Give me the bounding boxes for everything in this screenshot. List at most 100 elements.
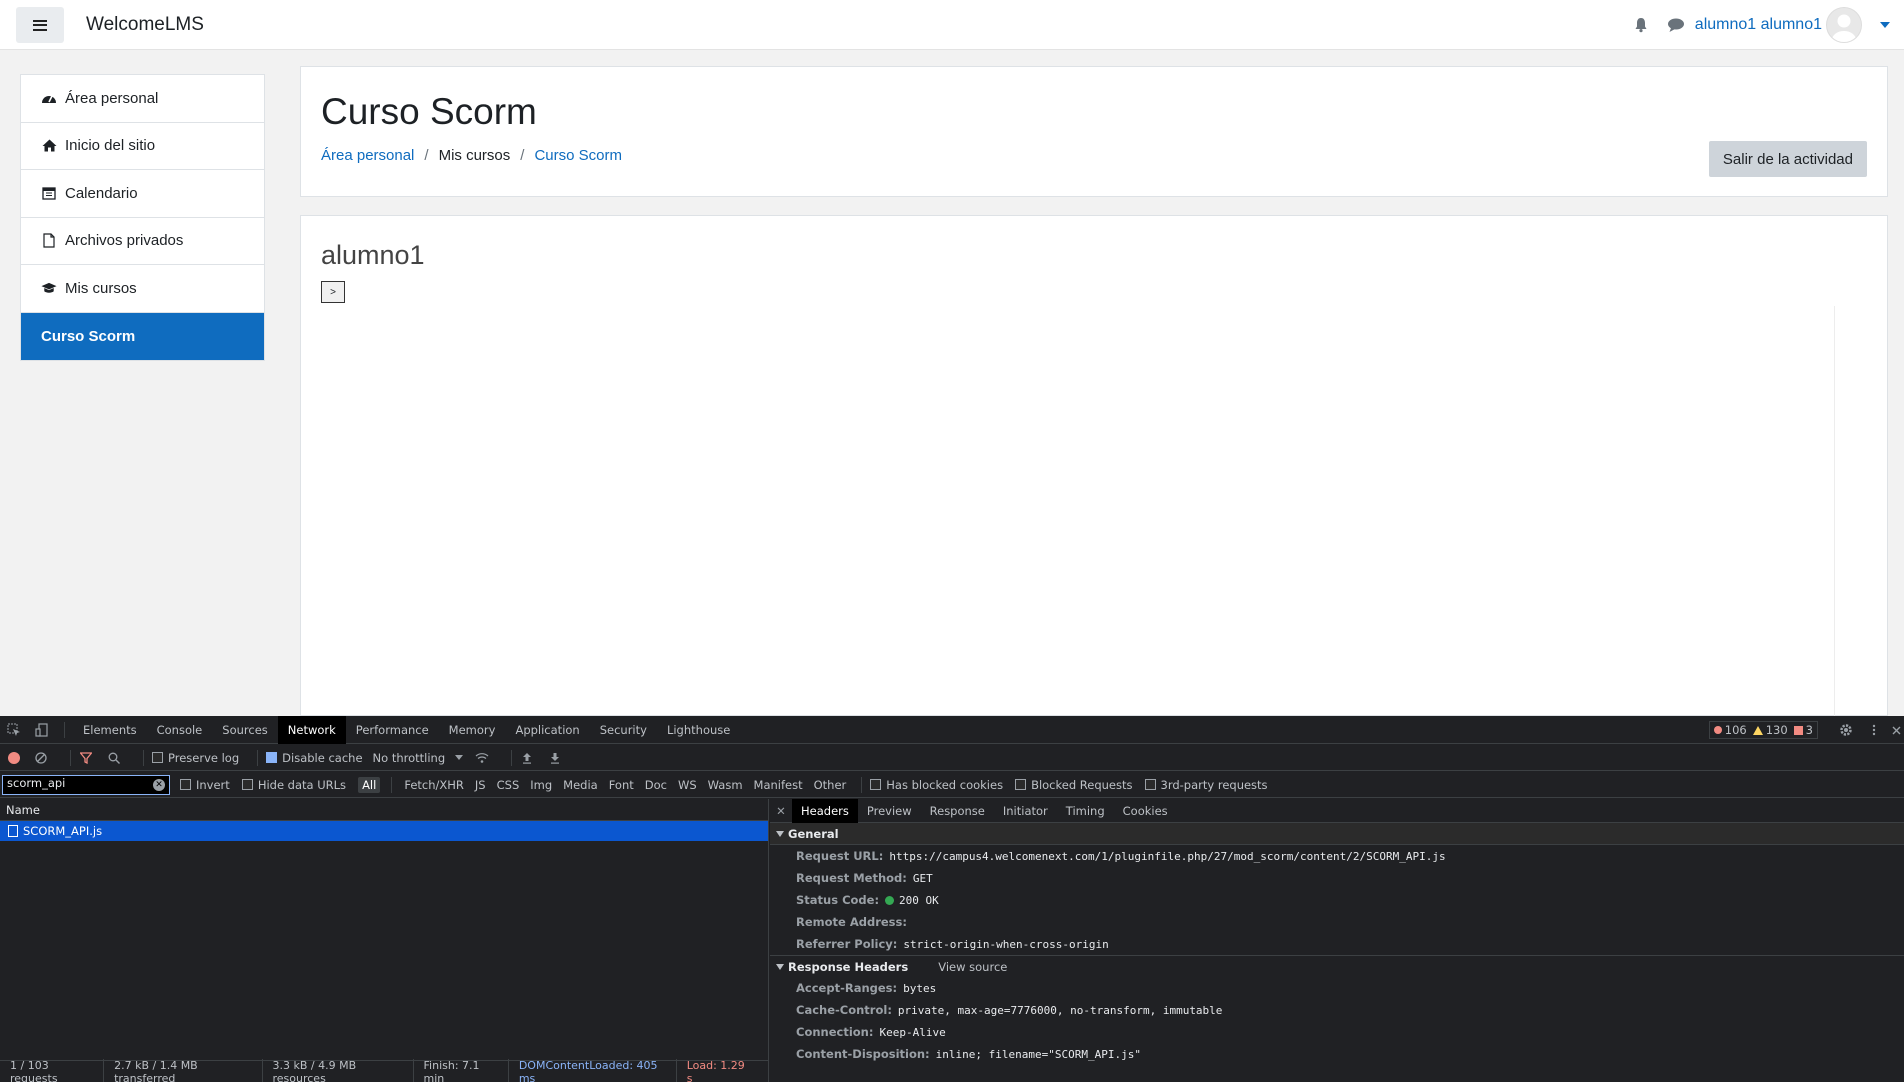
close-icon[interactable]: ✕ <box>770 804 792 818</box>
drawer-item-calendar[interactable]: Calendario <box>21 170 264 218</box>
network-conditions-icon[interactable] <box>475 751 489 765</box>
throttling-select[interactable]: No throttling <box>373 751 446 765</box>
filter-type-font[interactable]: Font <box>605 777 638 793</box>
tab-preview[interactable]: Preview <box>858 799 921 823</box>
issues-count: 3 <box>1805 723 1813 737</box>
chevron-down-icon[interactable] <box>455 755 464 760</box>
drawer-item-label: Mis cursos <box>65 279 137 297</box>
filter-type-wasm[interactable]: Wasm <box>704 777 747 793</box>
filter-input[interactable]: scorm_api ✕ <box>2 774 170 795</box>
tab-response[interactable]: Response <box>921 799 994 823</box>
header-row: Content-Disposition: inline; filename="SC… <box>770 1043 1904 1065</box>
tab-application[interactable]: Application <box>505 716 589 744</box>
drawer-item-label: Calendario <box>65 184 138 202</box>
breadcrumb-item-course[interactable]: Curso Scorm <box>534 147 622 164</box>
search-icon[interactable] <box>107 751 121 765</box>
exit-activity-button[interactable]: Salir de la actividad <box>1708 141 1867 177</box>
preserve-log-checkbox[interactable] <box>152 752 163 763</box>
filter-type-ws[interactable]: WS <box>674 777 701 793</box>
has-blocked-cookies-checkbox[interactable] <box>870 779 882 790</box>
filter-type-other[interactable]: Other <box>810 777 851 793</box>
devtools-panel: Elements Console Sources Network Perform… <box>0 715 1904 1082</box>
breadcrumb-separator: / <box>520 147 525 164</box>
table-row[interactable]: SCORM_API.js <box>0 821 768 841</box>
filter-type-css[interactable]: CSS <box>493 777 524 793</box>
tab-timing[interactable]: Timing <box>1057 799 1114 823</box>
tab-security[interactable]: Security <box>590 716 657 744</box>
tab-console[interactable]: Console <box>147 716 213 744</box>
gear-icon[interactable] <box>1832 716 1860 744</box>
chevron-down-icon[interactable] <box>1880 22 1890 28</box>
filter-type-media[interactable]: Media <box>559 777 602 793</box>
blocked-requests-checkbox[interactable] <box>1015 779 1027 790</box>
page-header: Curso Scorm Área personal / Mis cursos /… <box>300 66 1888 197</box>
clear-filter-icon[interactable]: ✕ <box>153 778 165 791</box>
issue-counts[interactable]: 106 130 3 <box>1708 721 1818 739</box>
third-party-label: 3rd-party requests <box>1160 777 1268 792</box>
filter-type-img[interactable]: Img <box>526 777 556 793</box>
filter-type-doc[interactable]: Doc <box>641 777 671 793</box>
drawer-item-curso-scorm[interactable]: Curso Scorm <box>21 312 264 360</box>
device-toolbar-icon[interactable] <box>28 716 56 744</box>
has-blocked-cookies-label: Has blocked cookies <box>886 777 1004 792</box>
filter-type-all[interactable]: All <box>358 776 381 793</box>
hide-data-urls-checkbox[interactable] <box>241 779 253 790</box>
view-source-link[interactable]: View source <box>938 960 1007 974</box>
drawer-item-label: Curso Scorm <box>41 327 136 345</box>
breadcrumb-item-dashboard[interactable]: Área personal <box>321 147 414 164</box>
warning-icon <box>1752 725 1763 735</box>
site-brand[interactable]: WelcomeLMS <box>86 14 204 36</box>
download-icon[interactable] <box>548 751 562 765</box>
invert-label: Invert <box>196 777 230 792</box>
upload-icon[interactable] <box>520 751 534 765</box>
drawer-item-home[interactable]: Inicio del sitio <box>21 123 264 170</box>
tab-memory[interactable]: Memory <box>439 716 506 744</box>
user-menu-name[interactable]: alumno1 alumno1 <box>1695 16 1822 34</box>
drawer-item-label: Área personal <box>65 89 159 107</box>
general-section-header[interactable]: General <box>770 823 1904 845</box>
hamburger-icon <box>33 19 47 31</box>
expand-triangle-icon <box>776 830 784 837</box>
inspect-element-icon[interactable] <box>0 716 28 744</box>
tab-sources[interactable]: Sources <box>212 716 278 744</box>
tab-lighthouse[interactable]: Lighthouse <box>657 716 740 744</box>
clear-icon[interactable] <box>34 751 48 765</box>
bell-icon[interactable] <box>1633 17 1649 33</box>
record-icon[interactable] <box>8 751 20 764</box>
header-value: private, max-age=7776000, no-transform, … <box>897 1003 1223 1017</box>
drawer-item-dashboard[interactable]: Área personal <box>21 75 264 123</box>
header-key: Request Method: <box>796 871 907 885</box>
scorm-player-frame[interactable] <box>321 306 1835 716</box>
drawer-toggle-button[interactable] <box>16 7 64 43</box>
header-value: strict-origin-when-cross-origin <box>903 937 1109 951</box>
header-value: https://campus4.welcomenext.com/1/plugin… <box>889 849 1446 863</box>
header-row: Request Method: GET <box>770 867 1904 889</box>
drawer-item-my-courses[interactable]: Mis cursos <box>21 265 264 313</box>
invert-checkbox[interactable] <box>180 779 191 790</box>
filter-icon[interactable] <box>79 751 93 765</box>
drawer-item-private-files[interactable]: Archivos privados <box>21 218 264 265</box>
tab-elements[interactable]: Elements <box>73 716 147 744</box>
tab-network[interactable]: Network <box>277 715 346 744</box>
disable-cache-checkbox[interactable] <box>266 752 278 763</box>
drawer-item-label: Inicio del sitio <box>65 137 156 155</box>
tab-initiator[interactable]: Initiator <box>994 799 1057 823</box>
more-options-icon[interactable] <box>1860 716 1888 744</box>
filter-type-manifest[interactable]: Manifest <box>750 777 807 793</box>
close-icon[interactable] <box>1888 716 1904 744</box>
column-header-name[interactable]: Name <box>0 799 768 821</box>
tab-headers[interactable]: Headers <box>792 798 858 823</box>
third-party-checkbox[interactable] <box>1144 779 1156 790</box>
toc-toggle-button[interactable]: > <box>321 281 345 303</box>
tab-performance[interactable]: Performance <box>346 716 439 744</box>
filter-type-fetch-xhr[interactable]: Fetch/XHR <box>400 777 468 793</box>
filter-type-js[interactable]: JS <box>471 777 490 793</box>
calendar-icon <box>41 185 57 201</box>
general-section-title: General <box>788 826 839 841</box>
scorm-content: alumno1 > <box>300 215 1888 716</box>
chat-icon[interactable] <box>1667 17 1685 33</box>
tab-cookies[interactable]: Cookies <box>1114 799 1177 823</box>
resources-summary: 3.3 kB / 4.9 MB resources <box>273 1058 414 1082</box>
response-headers-section-header[interactable]: Response Headers View source <box>770 955 1904 977</box>
avatar[interactable] <box>1826 7 1862 43</box>
